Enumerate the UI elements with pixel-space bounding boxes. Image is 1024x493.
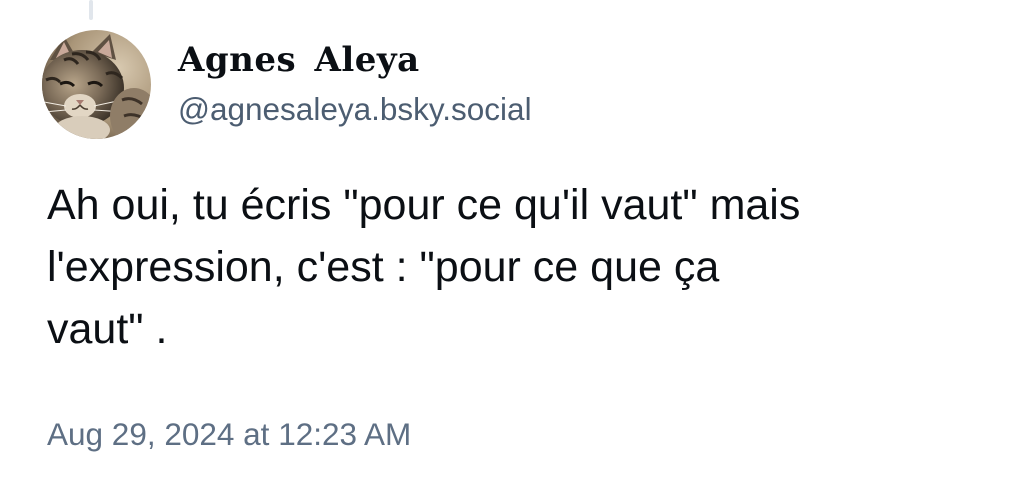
author-handle[interactable]: @agnesaleya.bsky.social	[178, 89, 532, 129]
post-timestamp[interactable]: Aug 29, 2024 at 12:23 AM	[47, 414, 411, 454]
post-body-text: Ah oui, tu écris "pour ce qu'il vaut" ma…	[47, 174, 987, 360]
post-text-line: vaut" .	[47, 305, 168, 353]
post-text-line: l'expression, c'est : "pour ce que ça	[47, 243, 720, 291]
thread-connector-line	[89, 0, 93, 20]
cat-photo-avatar-icon	[42, 30, 151, 139]
author-display-name[interactable]: Agnes Aleya	[178, 38, 420, 82]
post-text-line: Ah oui, tu écris "pour ce qu'il vaut" ma…	[47, 181, 801, 229]
author-avatar[interactable]	[42, 30, 151, 139]
